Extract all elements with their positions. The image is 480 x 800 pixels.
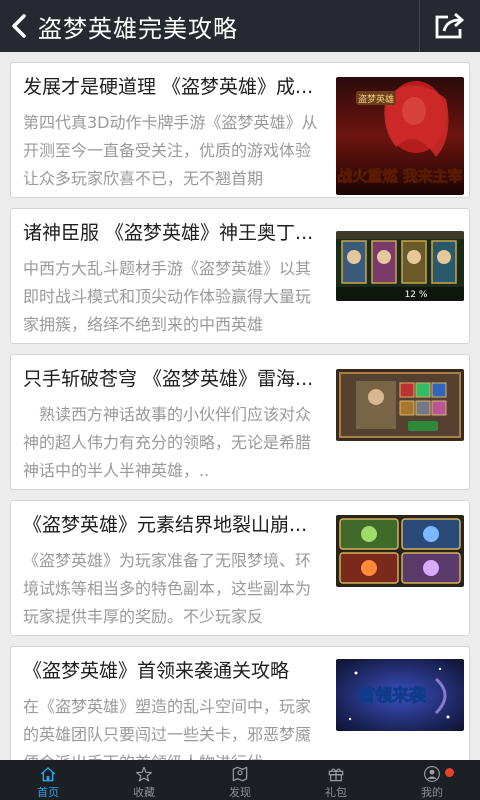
article-title: 诸神臣服 《盗梦英雄》神王奥丁...: [23, 222, 314, 244]
gift-icon: [328, 768, 344, 782]
tab-profile[interactable]: 我的: [384, 760, 480, 800]
home-icon: [40, 767, 56, 782]
article-thumbnail: 首领来袭: [336, 659, 464, 731]
top-bar: 盗梦英雄完美攻略: [0, 0, 480, 52]
thumb-caption: 战火重燃 我来主宰: [337, 167, 462, 185]
article-title: 《盗梦英雄》元素结界地裂山崩...: [23, 514, 308, 536]
article-summary: 中西方大乱斗题材手游《盗梦英雄》以其即时战斗模式和顶尖动作体验赢得大量玩家拥簇，…: [23, 259, 312, 334]
tab-label: 发现: [229, 786, 251, 799]
article-card[interactable]: 《盗梦英雄》首领来袭通关攻略 在《盗梦英雄》塑造的乱斗空间中，玩家的英雄团队只要…: [10, 646, 470, 760]
thumb-caption: 12 %: [405, 290, 428, 300]
share-button[interactable]: [420, 0, 480, 52]
article-summary: 第四代真3D动作卡牌手游《盗梦英雄》从开测至今一直备受关注，优质的游戏体验让众多…: [23, 113, 318, 188]
tab-home[interactable]: 首页: [0, 760, 96, 800]
tab-label: 我的: [421, 786, 443, 799]
article-thumbnail: [336, 369, 464, 441]
tab-label: 收藏: [133, 786, 155, 799]
article-summary: 《盗梦英雄》为玩家准备了无限梦境、环境试炼等相当多的特色副本，这些副本为玩家提供…: [23, 551, 312, 626]
article-card[interactable]: 《盗梦英雄》元素结界地裂山崩... 《盗梦英雄》为玩家准备了无限梦境、环境试炼等…: [10, 500, 470, 636]
user-icon: [424, 766, 440, 782]
article-card[interactable]: 诸神臣服 《盗梦英雄》神王奥丁... 中西方大乱斗题材手游《盗梦英雄》以其即时战…: [10, 208, 470, 344]
article-thumbnail: 盗梦英雄 战火重燃 我来主宰: [336, 77, 464, 195]
article-thumbnail: [336, 515, 464, 587]
page-title: 盗梦英雄完美攻略: [38, 14, 238, 43]
tab-favorites[interactable]: 收藏: [96, 760, 192, 800]
article-list[interactable]: 发展才是硬道理 《盗梦英雄》成... 第四代真3D动作卡牌手游《盗梦英雄》从开测…: [0, 52, 480, 760]
article-summary: 在《盗梦英雄》塑造的乱斗空间中，玩家的英雄团队只要闯过一些关卡，邪恶梦魇便会派出…: [23, 697, 312, 760]
tab-discover[interactable]: 发现: [192, 760, 288, 800]
share-icon: [435, 12, 465, 39]
article-title: 只手斩破苍穹 《盗梦英雄》雷海...: [23, 368, 314, 390]
tab-label: 礼包: [325, 786, 347, 799]
star-icon: [136, 766, 152, 782]
tab-gifts[interactable]: 礼包: [288, 760, 384, 800]
article-card[interactable]: 发展才是硬道理 《盗梦英雄》成... 第四代真3D动作卡牌手游《盗梦英雄》从开测…: [10, 62, 470, 198]
article-summary: 熟读西方神话故事的小伙伴们应该对众神的超人伟力有充分的领略，无论是希腊神话中的半…: [23, 405, 312, 480]
back-button[interactable]: [0, 0, 38, 52]
tab-label: 首页: [37, 786, 59, 799]
bottom-tab-bar: 首页 收藏 发现 礼包 我的: [0, 760, 480, 800]
thumb-caption: 首领来袭: [358, 685, 427, 706]
map-icon: [232, 766, 248, 782]
article-title: 《盗梦英雄》首领来袭通关攻略: [23, 660, 290, 682]
article-thumbnail: 12 %: [336, 231, 464, 301]
article-card[interactable]: 只手斩破苍穹 《盗梦英雄》雷海... 熟读西方神话故事的小伙伴们应该对众神的超人…: [10, 354, 470, 490]
thumb-logo: 盗梦英雄: [358, 93, 394, 105]
article-title: 发展才是硬道理 《盗梦英雄》成...: [23, 76, 314, 98]
back-arrow-icon: [12, 14, 26, 38]
notification-dot: [445, 768, 454, 777]
